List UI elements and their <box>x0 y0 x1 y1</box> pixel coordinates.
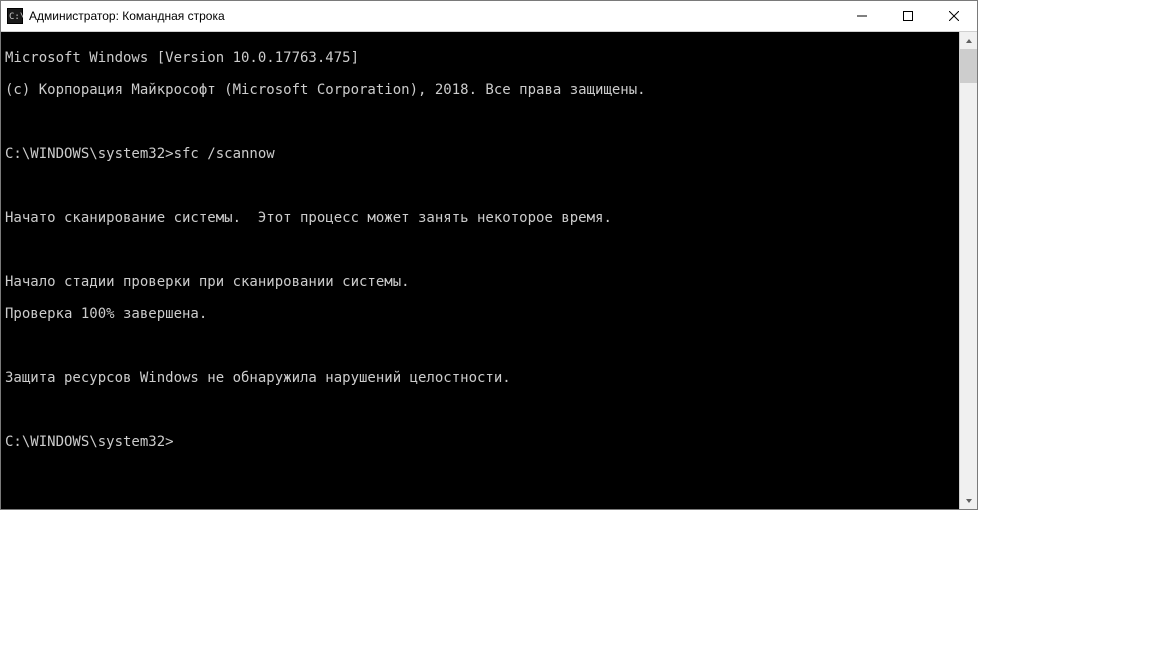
scroll-up-button[interactable] <box>960 32 977 49</box>
close-button[interactable] <box>931 1 977 31</box>
terminal-output[interactable]: Microsoft Windows [Version 10.0.17763.47… <box>1 32 959 509</box>
blank-line <box>5 242 955 258</box>
entered-command: sfc /scannow <box>174 146 275 162</box>
titlebar[interactable]: C:\ Администратор: Командная строка <box>1 1 977 32</box>
stage-start-line: Начало стадии проверки при сканировании … <box>5 274 955 290</box>
copyright-line: (c) Корпорация Майкрософт (Microsoft Cor… <box>5 82 955 98</box>
progress-line: Проверка 100% завершена. <box>5 306 955 322</box>
scroll-thumb[interactable] <box>960 49 977 83</box>
scroll-down-button[interactable] <box>960 492 977 509</box>
blank-line <box>5 114 955 130</box>
prompt-path: C:\WINDOWS\system32> <box>5 434 174 450</box>
maximize-button[interactable] <box>885 1 931 31</box>
vertical-scrollbar[interactable] <box>959 32 977 509</box>
window-title: Администратор: Командная строка <box>29 9 839 23</box>
blank-line <box>5 178 955 194</box>
svg-text:C:\: C:\ <box>9 12 23 22</box>
prompt-line-2: C:\WINDOWS\system32> <box>5 434 955 450</box>
scroll-track[interactable] <box>960 49 977 492</box>
blank-line <box>5 402 955 418</box>
result-line: Защита ресурсов Windows не обнаружила на… <box>5 370 955 386</box>
client-area: Microsoft Windows [Version 10.0.17763.47… <box>1 32 977 509</box>
window-controls <box>839 1 977 31</box>
cmd-icon: C:\ <box>7 8 23 24</box>
blank-line <box>5 338 955 354</box>
scan-started-line: Начато сканирование системы. Этот процес… <box>5 210 955 226</box>
cmd-window: C:\ Администратор: Командная строка Micr… <box>0 0 978 510</box>
version-line: Microsoft Windows [Version 10.0.17763.47… <box>5 50 955 66</box>
minimize-button[interactable] <box>839 1 885 31</box>
prompt-line-1: C:\WINDOWS\system32>sfc /scannow <box>5 146 955 162</box>
prompt-path: C:\WINDOWS\system32> <box>5 146 174 162</box>
